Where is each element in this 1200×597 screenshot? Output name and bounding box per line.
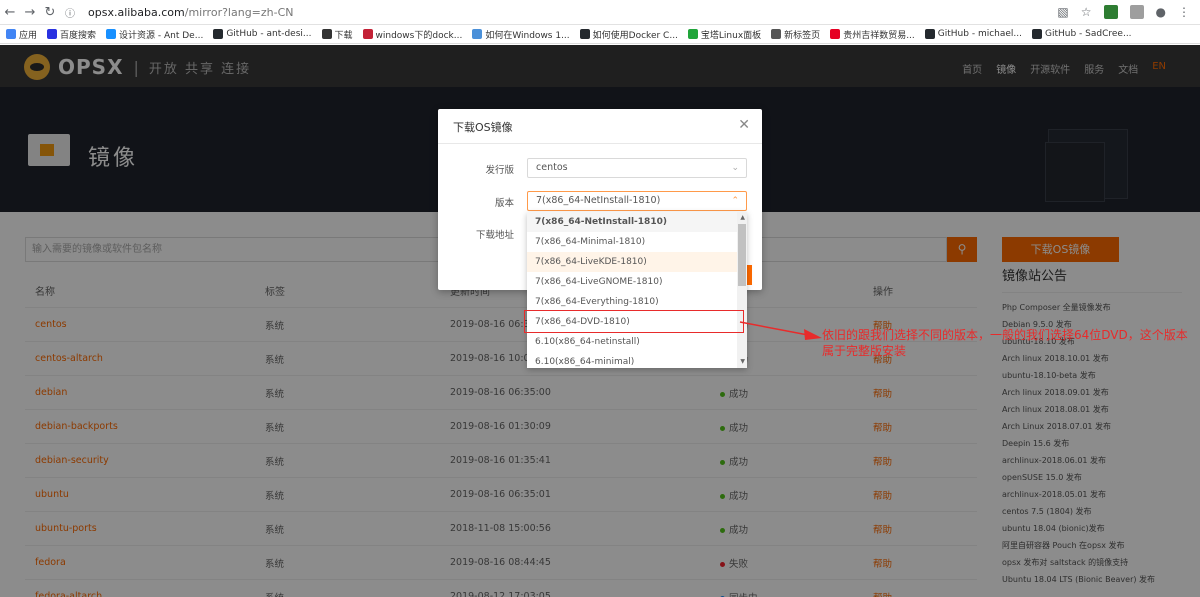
bookmark-item[interactable]: 宝塔Linux面板 [687,28,762,41]
url-field[interactable]: opsx.alibaba.com/mirror?lang=zh-CN [88,6,294,19]
version-option[interactable]: 7(x86_64-LiveKDE-1810) [527,252,737,272]
info-icon[interactable]: ⓘ [60,5,80,20]
modal-divider [438,143,762,144]
bookmark-label: 如何在Windows 1... [485,30,570,41]
forward-icon[interactable]: → [20,5,40,20]
chevron-down-icon: ⌄ [731,163,739,173]
bookmark-label: 如何使用Docker C... [592,30,678,41]
bookmark-item[interactable]: 百度搜索 [47,28,96,41]
version-options: 7(x86_64-NetInstall-1810) 7(x86_64-Minima… [527,212,747,368]
scrollbar-thumb[interactable] [738,224,746,286]
apps-grid-icon [6,29,16,39]
reload-icon[interactable]: ↻ [40,5,60,20]
bookmark-label: 百度搜索 [60,30,97,41]
download-icon [321,29,332,39]
bookmark-label: GitHub - ant-desi... [226,29,312,39]
annotation-highlight-box [524,310,744,333]
back-icon[interactable]: ← [0,5,20,20]
bookmark-label: 新标签页 [784,30,821,41]
github-icon [579,29,590,39]
chevron-up-icon: ⌃ [731,196,739,206]
csdn-icon [362,29,373,39]
bookmark-label: GitHub - SadCree... [1045,29,1132,39]
bookmark-item[interactable]: 应用 [6,28,37,41]
bookmark-label: 贵州吉祥数贸易... [843,30,915,41]
bookmark-item[interactable]: 如何使用Docker C... [579,28,678,41]
distro-select[interactable]: centos ⌄ [527,158,747,178]
bookmark-label: GitHub - michael... [937,29,1022,39]
distro-label: 发行版 [485,165,514,176]
bookmark-item[interactable]: 新标签页 [771,28,820,41]
bookmark-label: windows下的dock... [375,30,463,41]
annotation-arrow-icon [739,321,822,340]
version-option[interactable]: 6.10(x86_64-minimal) [527,352,737,368]
profile-icon[interactable]: ● [1156,5,1166,19]
bookmark-item[interactable]: GitHub - michael... [924,29,1022,39]
annotation-text: 依旧的跟我们选择不同的版本，一般的我们选择64位DVD，这个版本属于完整版安装 [822,328,1188,358]
version-option[interactable]: 7(x86_64-Minimal-1810) [527,232,737,252]
url-host: opsx.alibaba.com [88,5,185,19]
extension-icon[interactable] [1129,5,1144,19]
menu-icon[interactable]: ⋮ [1178,5,1190,19]
bookmark-icon [472,29,483,39]
version-select[interactable]: 7(x86_64-NetInstall-1810) ⌃ [527,191,747,211]
scroll-down-icon[interactable]: ▼ [740,358,745,365]
pinterest-icon [830,29,841,39]
bookmark-item[interactable]: GitHub - ant-desi... [213,29,312,39]
browser-toolbar-right: ▧ ☆ ● ⋮ [1057,5,1190,19]
browser-address-bar: ← → ↻ ⓘ opsx.alibaba.com/mirror?lang=zh-… [0,0,1200,25]
version-dropdown: 7(x86_64-NetInstall-1810) 7(x86_64-Minima… [527,212,747,368]
version-option[interactable]: 7(x86_64-LiveGNOME-1810) [527,272,737,292]
bookmark-label: 设计资源 - Ant De... [119,30,204,41]
version-option[interactable]: 6.10(x86_64-netinstall) [527,332,737,352]
github-icon [213,29,224,39]
version-value: 7(x86_64-NetInstall-1810) [536,195,661,206]
chrome-icon [771,29,782,39]
url-path: /mirror?lang=zh-CN [184,5,294,19]
bookmark-label: 宝塔Linux面板 [700,30,762,41]
close-icon[interactable]: ✕ [738,117,750,133]
download-address-label: 下载地址 [475,230,514,241]
ant-design-icon [106,29,117,39]
baidu-icon [47,29,58,39]
bookmarks-bar: 应用 百度搜索 设计资源 - Ant De... GitHub - ant-desi.… [0,25,1200,44]
github-icon [1032,29,1042,39]
bookmark-label: 下载 [334,30,353,41]
translate-icon[interactable]: ▧ [1057,5,1068,19]
bookmark-item[interactable]: 贵州吉祥数贸易... [830,28,915,41]
dropdown-scrollbar[interactable]: ▲ ▼ [737,212,747,368]
bt-icon [687,29,698,39]
github-icon [924,29,935,39]
bookmark-label: 应用 [19,30,38,41]
version-label: 版本 [494,198,514,209]
modal-title: 下载OS镜像 [453,121,513,134]
bookmark-item[interactable]: windows下的dock... [362,28,463,41]
bookmark-item[interactable]: GitHub - SadCree... [1032,29,1132,39]
bookmark-item[interactable]: 设计资源 - Ant De... [106,28,203,41]
version-option[interactable]: 7(x86_64-NetInstall-1810) [527,212,737,232]
scroll-up-icon[interactable]: ▲ [740,214,745,221]
bookmark-item[interactable]: 下载 [321,28,353,41]
version-option[interactable]: 7(x86_64-Everything-1810) [527,292,737,312]
bookmark-item[interactable]: 如何在Windows 1... [472,28,570,41]
distro-value: centos [536,162,568,173]
star-icon[interactable]: ☆ [1081,5,1092,19]
extension-icon[interactable] [1103,5,1118,19]
